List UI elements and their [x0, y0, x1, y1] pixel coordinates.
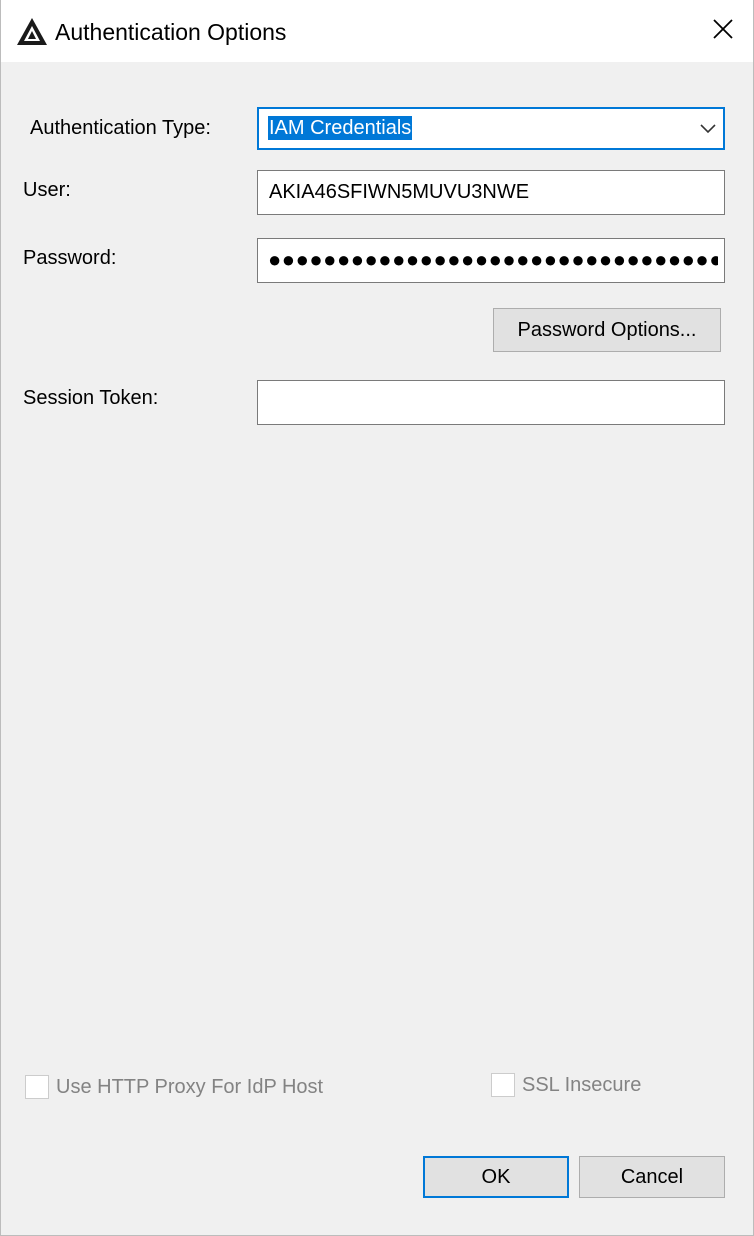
ssl-insecure-label: SSL Insecure [522, 1074, 642, 1096]
title-bar: Authentication Options [1, 0, 753, 62]
user-value: AKIA46SFIWN5MUVU3NWE [269, 181, 530, 203]
authentication-options-dialog: Authentication Options Authentication Ty… [0, 0, 754, 1236]
window-title: Authentication Options [55, 19, 287, 45]
session-token-label: Session Token: [23, 387, 159, 409]
use-http-proxy-label: Use HTTP Proxy For IdP Host [56, 1076, 324, 1098]
password-field[interactable]: ●●●●●●●●●●●●●●●●●●●●●●●●●●●●●●●●●●●●●●● [257, 238, 725, 283]
close-icon [712, 18, 734, 45]
app-logo-icon [16, 17, 48, 47]
session-token-field[interactable] [257, 380, 725, 425]
ssl-insecure-checkbox[interactable] [491, 1073, 515, 1097]
password-label: Password: [23, 247, 117, 269]
password-options-button[interactable]: Password Options... [493, 308, 721, 352]
chevron-down-icon [699, 121, 717, 137]
password-masked-value: ●●●●●●●●●●●●●●●●●●●●●●●●●●●●●●●●●●●●●●● [268, 247, 718, 272]
user-label: User: [23, 179, 71, 201]
ok-button[interactable]: OK [423, 1156, 569, 1198]
close-button[interactable] [693, 0, 753, 62]
auth-type-selected-value: IAM Credentials [268, 116, 413, 140]
use-http-proxy-option[interactable]: Use HTTP Proxy For IdP Host [25, 1074, 323, 1100]
auth-type-label: Authentication Type: [30, 117, 211, 139]
user-field[interactable]: AKIA46SFIWN5MUVU3NWE [257, 170, 725, 215]
use-http-proxy-checkbox[interactable] [25, 1075, 49, 1099]
cancel-button[interactable]: Cancel [579, 1156, 725, 1198]
auth-type-dropdown[interactable]: IAM Credentials [257, 107, 725, 150]
ssl-insecure-option[interactable]: SSL Insecure [491, 1072, 641, 1098]
